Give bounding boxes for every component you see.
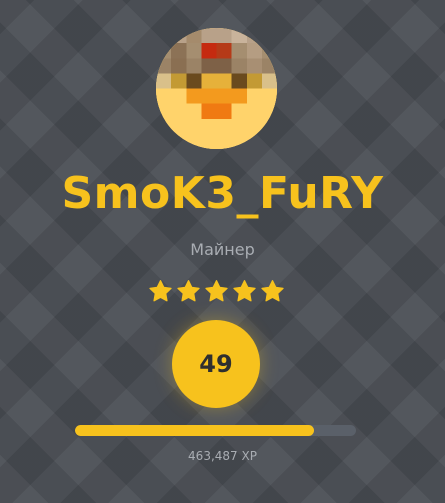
xp-label: 463,487 XP: [188, 449, 257, 463]
profile-card: SmoK3_FuRY Майнер 49 463,487 XP: [0, 0, 445, 503]
star-icon: [232, 279, 257, 304]
star-icon: [176, 279, 201, 304]
star-icon: [148, 279, 173, 304]
xp-progress-fill: [75, 425, 314, 436]
star-rating: [148, 279, 285, 305]
rank-title: Майнер: [190, 240, 255, 259]
xp-progress-bar: [75, 425, 356, 436]
level-badge: 49: [172, 320, 260, 408]
username: SmoK3_FuRY: [61, 168, 384, 219]
star-icon: [204, 279, 229, 304]
avatar: [156, 28, 277, 149]
avatar-pixel-image: [156, 28, 277, 149]
star-icon: [260, 279, 285, 304]
